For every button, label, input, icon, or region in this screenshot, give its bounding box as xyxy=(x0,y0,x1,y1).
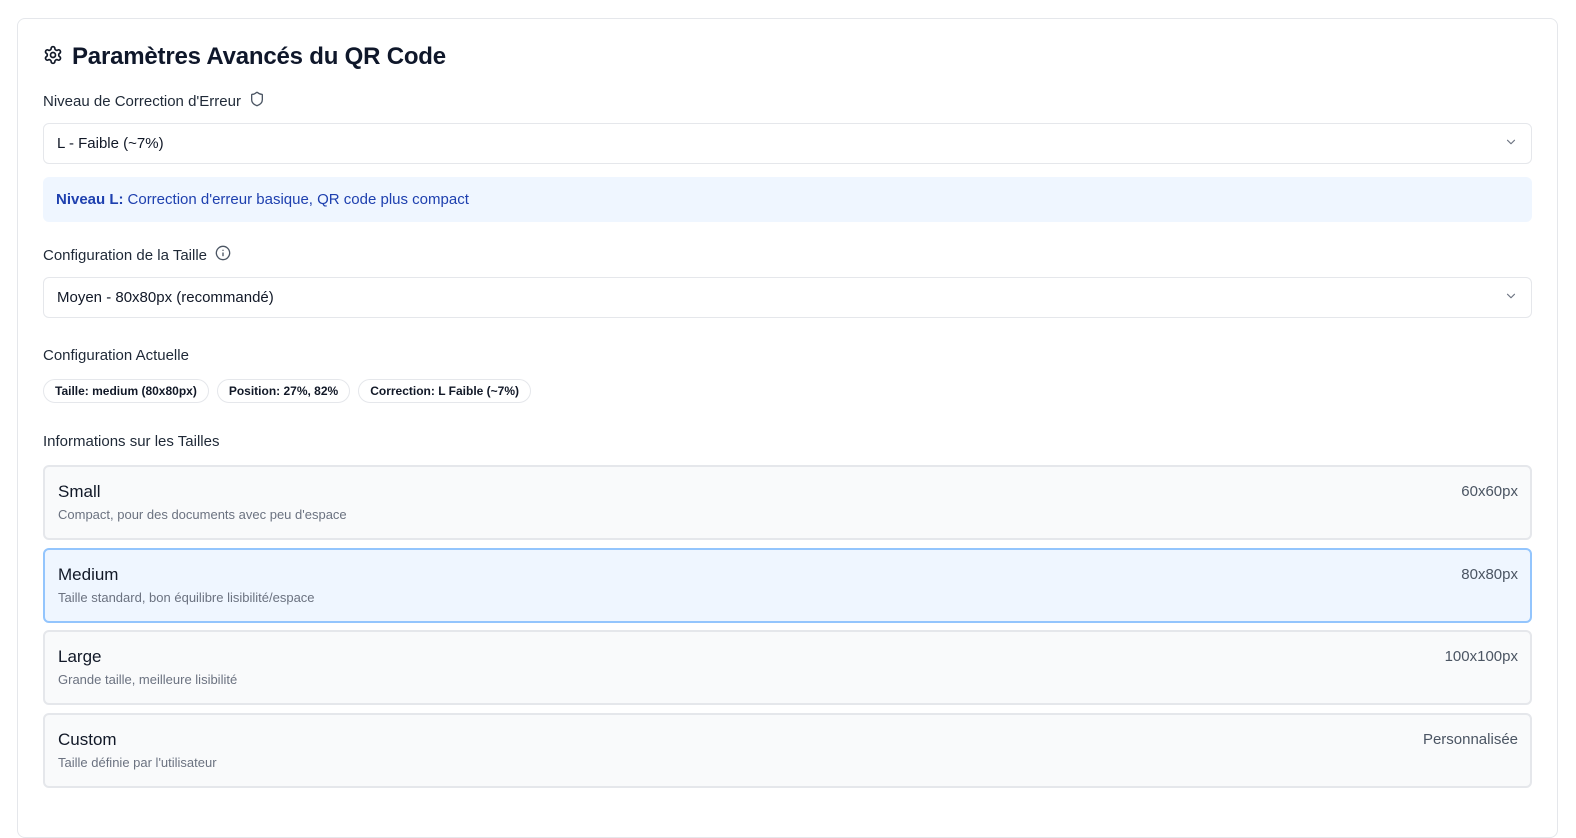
size-config-select[interactable]: Moyen - 80x80px (recommandé) xyxy=(43,277,1532,318)
size-option-dim: 60x60px xyxy=(1461,483,1518,500)
page-title: Paramètres Avancés du QR Code xyxy=(72,43,446,70)
shield-icon xyxy=(249,91,265,111)
position-badge: Position: 27%, 82% xyxy=(216,379,351,403)
size-option-name: Large xyxy=(58,647,102,666)
size-option-dim: 100x100px xyxy=(1444,648,1518,665)
size-option-small[interactable]: Small Compact, pour des documents avec p… xyxy=(43,465,1532,540)
chevron-down-icon xyxy=(1504,135,1518,153)
error-correction-value: L - Faible (~7%) xyxy=(57,135,164,152)
size-option-desc: Grande taille, meilleure lisibilité xyxy=(58,672,238,687)
info-text: Correction d'erreur basique, QR code plu… xyxy=(127,191,469,208)
size-option-name: Small xyxy=(58,482,101,501)
size-option-desc: Taille standard, bon équilibre lisibilit… xyxy=(58,590,315,605)
correction-badge: Correction: L Faible (~7%) xyxy=(358,379,532,403)
size-config-label: Configuration de la Taille xyxy=(43,245,231,265)
info-title: Niveau L: xyxy=(56,191,124,208)
error-correction-select[interactable]: L - Faible (~7%) xyxy=(43,123,1532,164)
size-option-dim: Personnalisée xyxy=(1422,731,1518,748)
size-option-desc: Taille définie par l'utilisateur xyxy=(58,755,217,770)
error-correction-label: Niveau de Correction d'Erreur xyxy=(43,91,265,111)
header: Paramètres Avancés du QR Code xyxy=(43,40,446,74)
size-badge: Taille: medium (80x80px) xyxy=(43,379,209,403)
size-option-large[interactable]: Large Grande taille, meilleure lisibilit… xyxy=(43,630,1532,705)
chevron-down-icon xyxy=(1504,289,1518,307)
gear-icon xyxy=(43,45,63,70)
size-option-name: Custom xyxy=(58,730,117,749)
sizes-info-label: Informations sur les Tailles xyxy=(43,432,220,450)
current-config-label: Configuration Actuelle xyxy=(43,346,189,364)
size-option-name: Medium xyxy=(58,565,119,584)
current-config-badges: Taille: medium (80x80px) Position: 27%, … xyxy=(43,379,532,403)
info-icon xyxy=(215,245,231,265)
size-option-dim: 80x80px xyxy=(1461,566,1518,583)
size-config-value: Moyen - 80x80px (recommandé) xyxy=(57,289,274,306)
size-option-desc: Compact, pour des documents avec peu d'e… xyxy=(58,507,347,522)
error-level-info: Niveau L: Correction d'erreur basique, Q… xyxy=(43,177,1532,222)
size-option-medium[interactable]: Medium Taille standard, bon équilibre li… xyxy=(43,548,1532,623)
size-option-custom[interactable]: Custom Taille définie par l'utilisateur … xyxy=(43,713,1532,788)
